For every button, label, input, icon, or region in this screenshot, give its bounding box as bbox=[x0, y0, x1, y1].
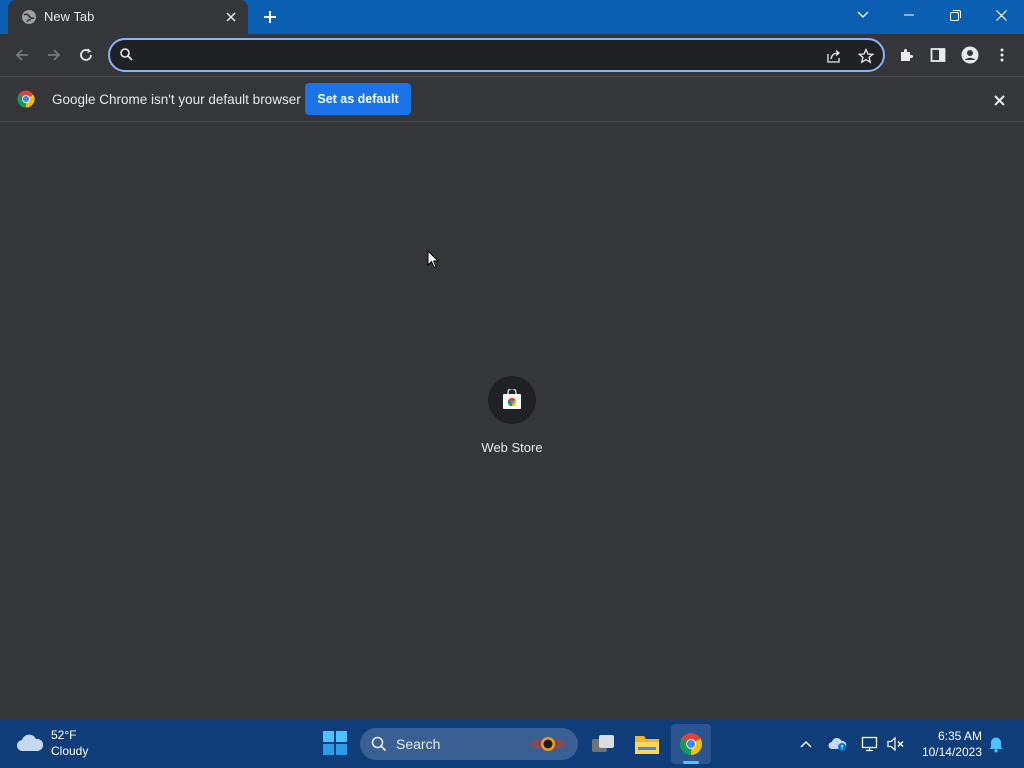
address-bar[interactable] bbox=[108, 38, 885, 72]
clock[interactable]: 6:35 AM 10/14/2023 bbox=[910, 728, 982, 760]
chrome-logo-icon bbox=[17, 90, 35, 108]
task-view-button[interactable] bbox=[583, 724, 623, 764]
weather-widget[interactable]: 52°F Cloudy bbox=[16, 726, 136, 762]
clock-time: 6:35 AM bbox=[937, 729, 982, 743]
search-highlight-icon bbox=[526, 732, 570, 761]
forward-button[interactable] bbox=[41, 42, 67, 68]
taskbar: 52°F Cloudy Search 6:35 AM 10/14/2023 bbox=[0, 720, 1024, 768]
cloud-icon bbox=[16, 734, 44, 757]
active-app-indicator bbox=[683, 761, 699, 764]
web-store-icon bbox=[503, 389, 521, 409]
bookmark-star-icon[interactable] bbox=[857, 47, 875, 65]
profile-icon[interactable] bbox=[957, 42, 983, 68]
back-button[interactable] bbox=[9, 42, 35, 68]
taskbar-search-label: Search bbox=[396, 736, 441, 752]
infobar-close-icon[interactable] bbox=[990, 91, 1008, 109]
volume-muted-icon[interactable] bbox=[886, 734, 906, 754]
show-hidden-icons-chevron-icon[interactable] bbox=[796, 734, 816, 754]
restore-button[interactable] bbox=[932, 0, 978, 30]
address-input[interactable] bbox=[142, 46, 782, 64]
infobar-message: Google Chrome isn't your default browser bbox=[52, 92, 301, 107]
onedrive-icon[interactable] bbox=[828, 734, 848, 754]
chrome-taskbar-button[interactable] bbox=[671, 724, 711, 764]
globe-icon bbox=[21, 9, 37, 25]
windows-logo-icon bbox=[323, 731, 347, 755]
new-tab-page: Web Store bbox=[0, 122, 1024, 720]
tab-new-tab[interactable]: New Tab bbox=[8, 0, 248, 34]
new-tab-button[interactable] bbox=[257, 5, 283, 29]
network-icon[interactable] bbox=[860, 734, 880, 754]
title-bar: New Tab bbox=[0, 0, 1024, 34]
tab-close-icon[interactable] bbox=[222, 8, 240, 26]
extensions-icon[interactable] bbox=[893, 42, 919, 68]
search-icon bbox=[371, 736, 387, 757]
task-view-icon bbox=[592, 735, 614, 752]
taskbar-search-box[interactable]: Search bbox=[360, 728, 578, 760]
minimize-button[interactable] bbox=[886, 0, 932, 30]
weather-temperature: 52°F bbox=[51, 728, 77, 742]
folder-icon bbox=[635, 736, 659, 754]
chrome-icon bbox=[680, 733, 702, 755]
notification-bell-icon[interactable] bbox=[986, 734, 1006, 754]
close-window-button[interactable] bbox=[978, 0, 1024, 30]
side-panel-icon[interactable] bbox=[925, 42, 951, 68]
file-explorer-button[interactable] bbox=[627, 724, 667, 764]
shortcut-label: Web Store bbox=[481, 440, 543, 455]
shortcut-web-store[interactable]: Web Store bbox=[462, 372, 562, 467]
default-browser-infobar: Google Chrome isn't your default browser… bbox=[0, 76, 1024, 122]
start-button[interactable] bbox=[318, 726, 352, 760]
mouse-cursor-icon bbox=[427, 249, 440, 274]
tab-title: New Tab bbox=[44, 9, 95, 24]
menu-more-icon[interactable] bbox=[989, 42, 1015, 68]
share-icon[interactable] bbox=[825, 47, 843, 65]
web-store-tile[interactable] bbox=[488, 376, 536, 424]
reload-button[interactable] bbox=[73, 42, 99, 68]
search-icon bbox=[120, 48, 133, 66]
tab-search-chevron-icon[interactable] bbox=[840, 0, 886, 30]
weather-condition: Cloudy bbox=[51, 744, 89, 758]
set-as-default-button[interactable]: Set as default bbox=[305, 83, 411, 115]
clock-date: 10/14/2023 bbox=[921, 745, 982, 759]
